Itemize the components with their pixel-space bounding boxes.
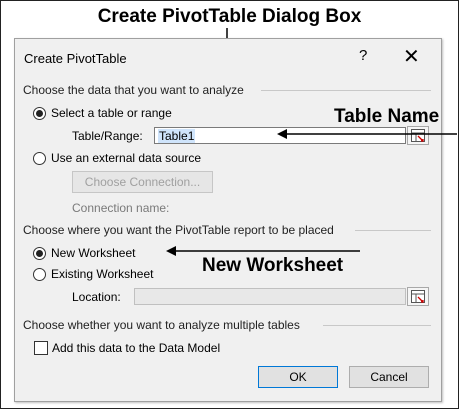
- cancel-button[interactable]: Cancel: [349, 366, 429, 388]
- new-worksheet-radio[interactable]: [33, 247, 46, 260]
- annotation-new-worksheet: New Worksheet: [202, 255, 344, 276]
- location-collapse-icon[interactable]: [407, 287, 429, 306]
- annotation-heading: Create PivotTable Dialog Box: [97, 6, 362, 27]
- close-icon[interactable]: ✕: [403, 44, 420, 69]
- create-pivottable-dialog: Create PivotTable ? ✕ Choose the data th…: [14, 38, 442, 402]
- dialog-title: Create PivotTable: [24, 51, 127, 66]
- data-model-checkbox[interactable]: [34, 341, 48, 355]
- placement-group-label: Choose where you want the PivotTable rep…: [23, 223, 334, 237]
- existing-worksheet-radio[interactable]: [33, 268, 46, 281]
- table-range-label: Table/Range:: [72, 129, 143, 143]
- new-worksheet-label[interactable]: New Worksheet: [51, 246, 135, 260]
- existing-worksheet-label[interactable]: Existing Worksheet: [51, 267, 154, 281]
- placement-group-divider: [355, 230, 431, 231]
- annotation-table-name: Table Name: [334, 106, 440, 127]
- location-label: Location:: [72, 290, 121, 304]
- external-source-radio[interactable]: [33, 152, 46, 165]
- connection-name-label: Connection name:: [72, 201, 170, 215]
- multiple-group-label: Choose whether you want to analyze multi…: [23, 318, 300, 332]
- external-source-label[interactable]: Use an external data source: [51, 151, 201, 165]
- source-group-divider: [261, 90, 431, 91]
- arrow-table-name-icon: [277, 129, 457, 139]
- data-model-label[interactable]: Add this data to the Data Model: [52, 341, 220, 355]
- table-range-value: Table1: [158, 129, 196, 143]
- help-icon[interactable]: ?: [359, 47, 367, 64]
- select-table-label[interactable]: Select a table or range: [51, 106, 172, 120]
- ok-button[interactable]: OK: [258, 366, 338, 388]
- location-input[interactable]: [134, 288, 406, 305]
- source-group-label: Choose the data that you want to analyze: [23, 83, 244, 97]
- select-table-radio[interactable]: [33, 107, 46, 120]
- title-bar: Create PivotTable ? ✕: [15, 39, 441, 77]
- choose-connection-button[interactable]: Choose Connection...: [72, 171, 213, 193]
- multiple-group-divider: [323, 325, 431, 326]
